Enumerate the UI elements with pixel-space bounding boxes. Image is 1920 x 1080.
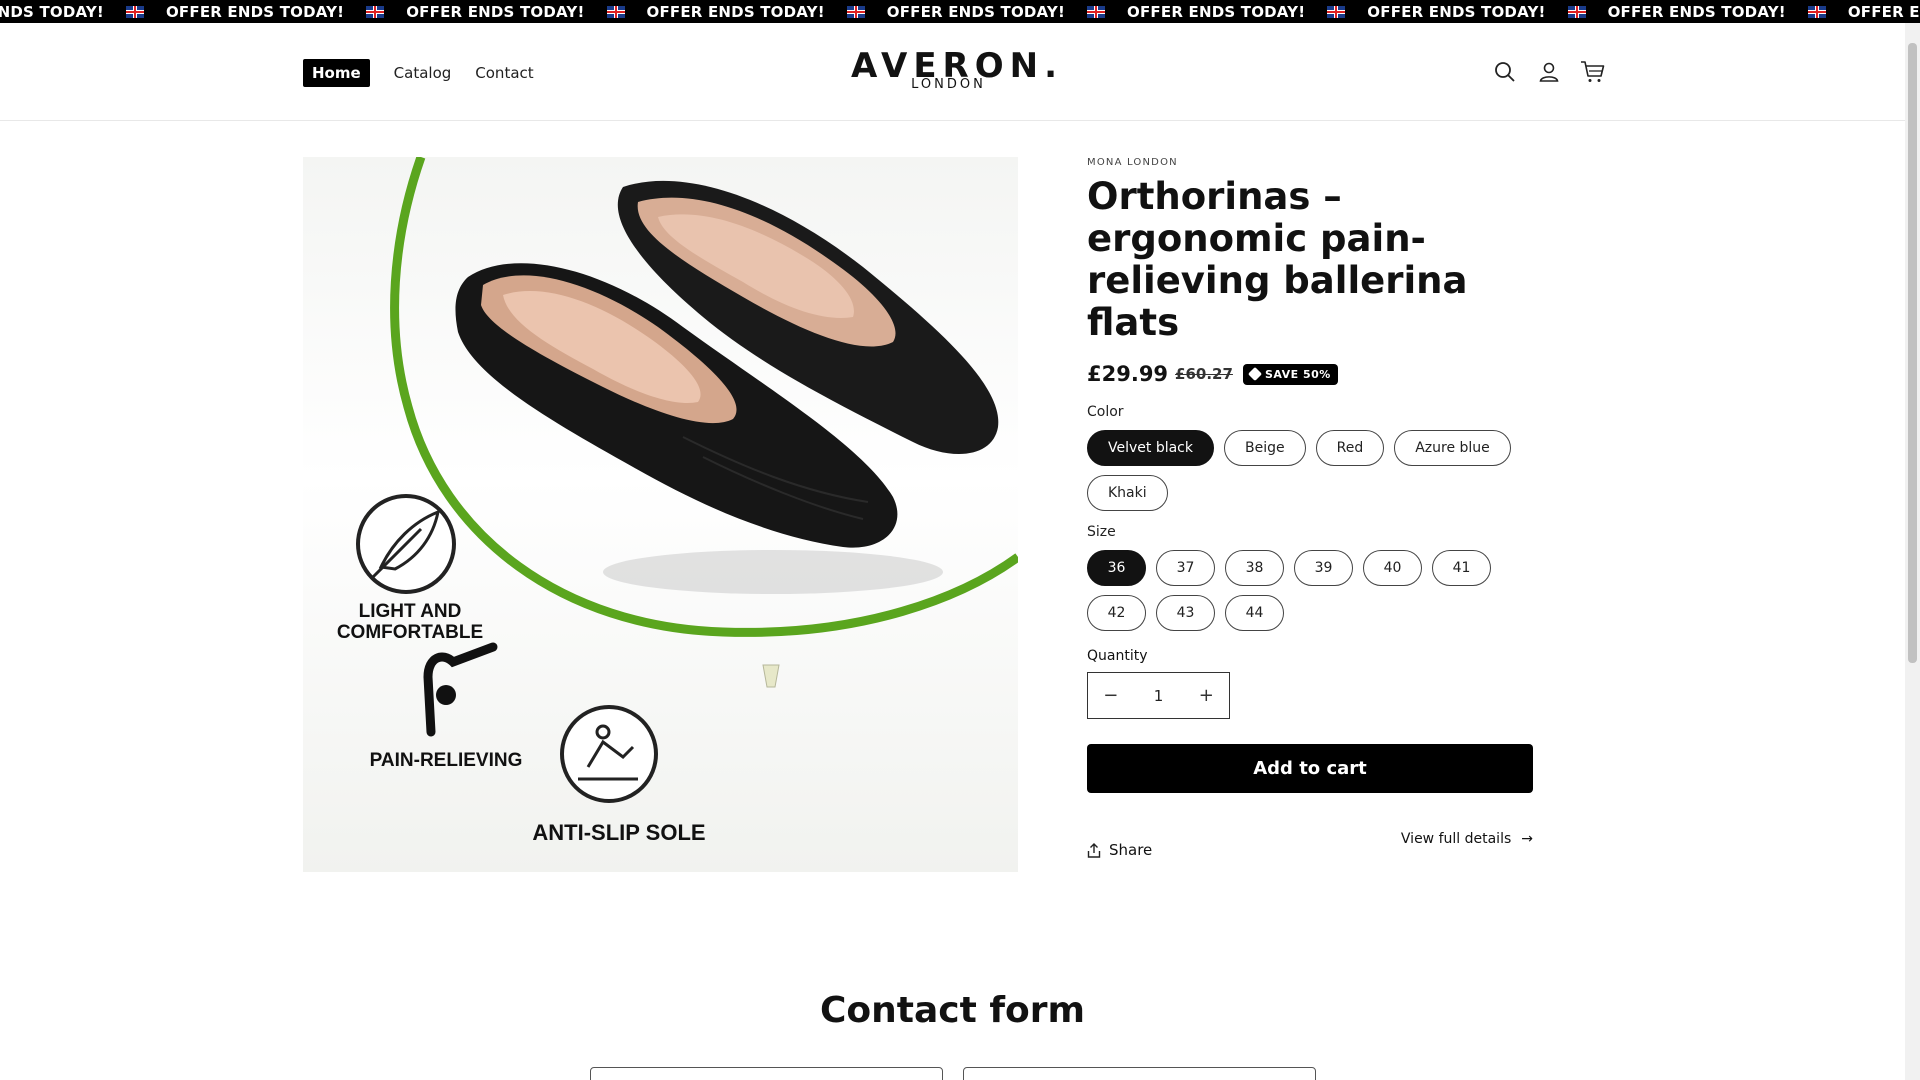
label-light: LIGHT AND (359, 601, 462, 622)
product-actions: Share View full details → (1087, 831, 1533, 861)
announcement-text: OFFER ENDS TODAY! (1847, 2, 1920, 21)
announcement-item: OFFER ENDS TODAY! (1367, 3, 1607, 21)
color-option-velvet-black[interactable]: Velvet black (1087, 430, 1214, 466)
search-icon[interactable] (1492, 59, 1518, 85)
color-option-khaki[interactable]: Khaki (1087, 475, 1168, 511)
product-vendor: MONA LONDON (1087, 157, 1178, 168)
announcement-item: OFFER ENDS TODAY! (887, 3, 1127, 21)
feather-icon (356, 494, 456, 594)
size-option-36[interactable]: 36 (1087, 550, 1146, 586)
color-option-red[interactable]: Red (1315, 430, 1385, 466)
product-title: Orthorinas – ergonomic pain-relieving ba… (1087, 175, 1468, 344)
uk-flag-icon (1327, 5, 1346, 18)
tag-icon (1247, 366, 1263, 382)
contact-form-title: Contact form (819, 990, 1086, 1031)
contact-name-field[interactable] (590, 1067, 943, 1080)
announcement-bar: R ENDS TODAY! OFFER ENDS TODAY! OFFER ENDS… (0, 0, 1920, 23)
quantity-decrease-button[interactable]: − (1088, 673, 1134, 718)
shoe-shadow (603, 550, 943, 594)
compare-price: £60.27 (1175, 365, 1233, 383)
size-option-44[interactable]: 44 (1225, 595, 1284, 631)
cart-icon[interactable] (1580, 59, 1606, 85)
page-scrollbar[interactable] (1905, 23, 1920, 1080)
quantity-label: Quantity (1087, 648, 1148, 664)
site-header: Home Catalog Contact AVERON. LONDON (0, 23, 1905, 121)
product-image[interactable]: LIGHT AND COMFORTABLE PAIN-RELIEVING ANT… (303, 157, 1018, 872)
nav-contact[interactable]: Contact (475, 60, 533, 86)
uk-flag-icon (846, 5, 865, 18)
color-label: Color (1087, 404, 1124, 420)
view-full-details-link[interactable]: View full details → (1401, 831, 1533, 847)
product-info: MONA LONDON Orthorinas – ergonomic pain-… (1087, 157, 1533, 861)
label-anti-slip: ANTI-SLIP SOLE (532, 820, 705, 845)
announcement-text: OFFER ENDS TODAY! (886, 2, 1066, 21)
size-option-42[interactable]: 42 (1087, 595, 1146, 631)
size-option-37[interactable]: 37 (1156, 550, 1215, 586)
announcement-item: OFFER ENDS TODAY! (166, 3, 406, 21)
quantity-stepper: − + (1087, 672, 1230, 719)
color-options: Velvet black Beige Red Azure blue Khaki (1087, 430, 1533, 520)
uk-flag-icon (366, 5, 385, 18)
header-icons (1492, 59, 1624, 85)
size-option-38[interactable]: 38 (1225, 550, 1284, 586)
arrow-right-icon: → (1521, 831, 1533, 847)
announcement-item: OFFER ENDS TODAY! (1848, 3, 1920, 21)
announcement-track: R ENDS TODAY! OFFER ENDS TODAY! OFFER ENDS… (0, 0, 1920, 23)
uk-flag-icon (1807, 5, 1826, 18)
label-comfortable: COMFORTABLE (337, 622, 483, 643)
share-icon (1087, 842, 1101, 858)
announcement-item: OFFER ENDS TODAY! (1127, 3, 1367, 21)
announcement-item: R ENDS TODAY! (0, 3, 166, 21)
scrollbar-thumb[interactable] (1908, 43, 1917, 663)
size-option-39[interactable]: 39 (1294, 550, 1353, 586)
minus-icon: − (1103, 685, 1119, 706)
announcement-item: OFFER ENDS TODAY! (406, 3, 646, 21)
size-option-41[interactable]: 41 (1432, 550, 1491, 586)
share-button[interactable]: Share (1087, 841, 1152, 859)
add-to-cart-button[interactable]: Add to cart (1087, 744, 1533, 793)
sale-badge: SAVE 50% (1242, 363, 1338, 385)
size-option-43[interactable]: 43 (1156, 595, 1215, 631)
product-image-art: LIGHT AND COMFORTABLE PAIN-RELIEVING ANT… (337, 157, 1018, 845)
quantity-input[interactable] (1133, 686, 1184, 705)
uk-flag-icon (1567, 5, 1586, 18)
share-label: Share (1109, 841, 1153, 859)
site-logo[interactable]: AVERON. LONDON (851, 49, 1057, 92)
size-options: 36 37 38 39 40 41 42 43 44 (1087, 550, 1533, 640)
view-full-label: View full details (1400, 831, 1512, 847)
account-icon[interactable] (1536, 59, 1562, 85)
quantity-increase-button[interactable]: + (1184, 673, 1230, 718)
color-option-beige[interactable]: Beige (1224, 430, 1306, 466)
sale-badge-text: SAVE 50% (1264, 367, 1331, 381)
plus-icon: + (1198, 685, 1214, 706)
color-option-azure-blue[interactable]: Azure blue (1394, 430, 1511, 466)
announcement-text: OFFER ENDS TODAY! (406, 2, 585, 21)
knee-icon (423, 642, 498, 737)
sale-price: £29.99 (1087, 362, 1169, 386)
announcement-text: OFFER ENDS TODAY! (1607, 2, 1786, 21)
announcement-text: OFFER ENDS TODAY! (1127, 2, 1306, 21)
announcement-text: OFFER ENDS TODAY! (165, 2, 345, 21)
price-row: £29.99 £60.27 SAVE 50% (1087, 362, 1533, 386)
anti-slip-icon (560, 705, 658, 803)
uk-flag-icon (606, 5, 625, 18)
label-pain-relieving: PAIN-RELIEVING (370, 750, 523, 771)
size-label: Size (1087, 524, 1116, 540)
uk-flag-icon (1087, 5, 1106, 18)
announcement-text: R ENDS TODAY! (0, 2, 104, 21)
cup-decoration (762, 664, 780, 688)
nav-home[interactable]: Home (303, 59, 370, 87)
nav-catalog[interactable]: Catalog (394, 60, 452, 86)
announcement-item: OFFER ENDS TODAY! (647, 3, 887, 21)
announcement-text: OFFER ENDS TODAY! (1367, 2, 1546, 21)
announcement-item: OFFER ENDS TODAY! (1608, 3, 1848, 21)
contact-email-field[interactable] (963, 1067, 1316, 1080)
main-nav: Home Catalog Contact (303, 59, 558, 87)
announcement-text: OFFER ENDS TODAY! (646, 2, 825, 21)
size-option-40[interactable]: 40 (1363, 550, 1422, 586)
uk-flag-icon (125, 5, 144, 18)
